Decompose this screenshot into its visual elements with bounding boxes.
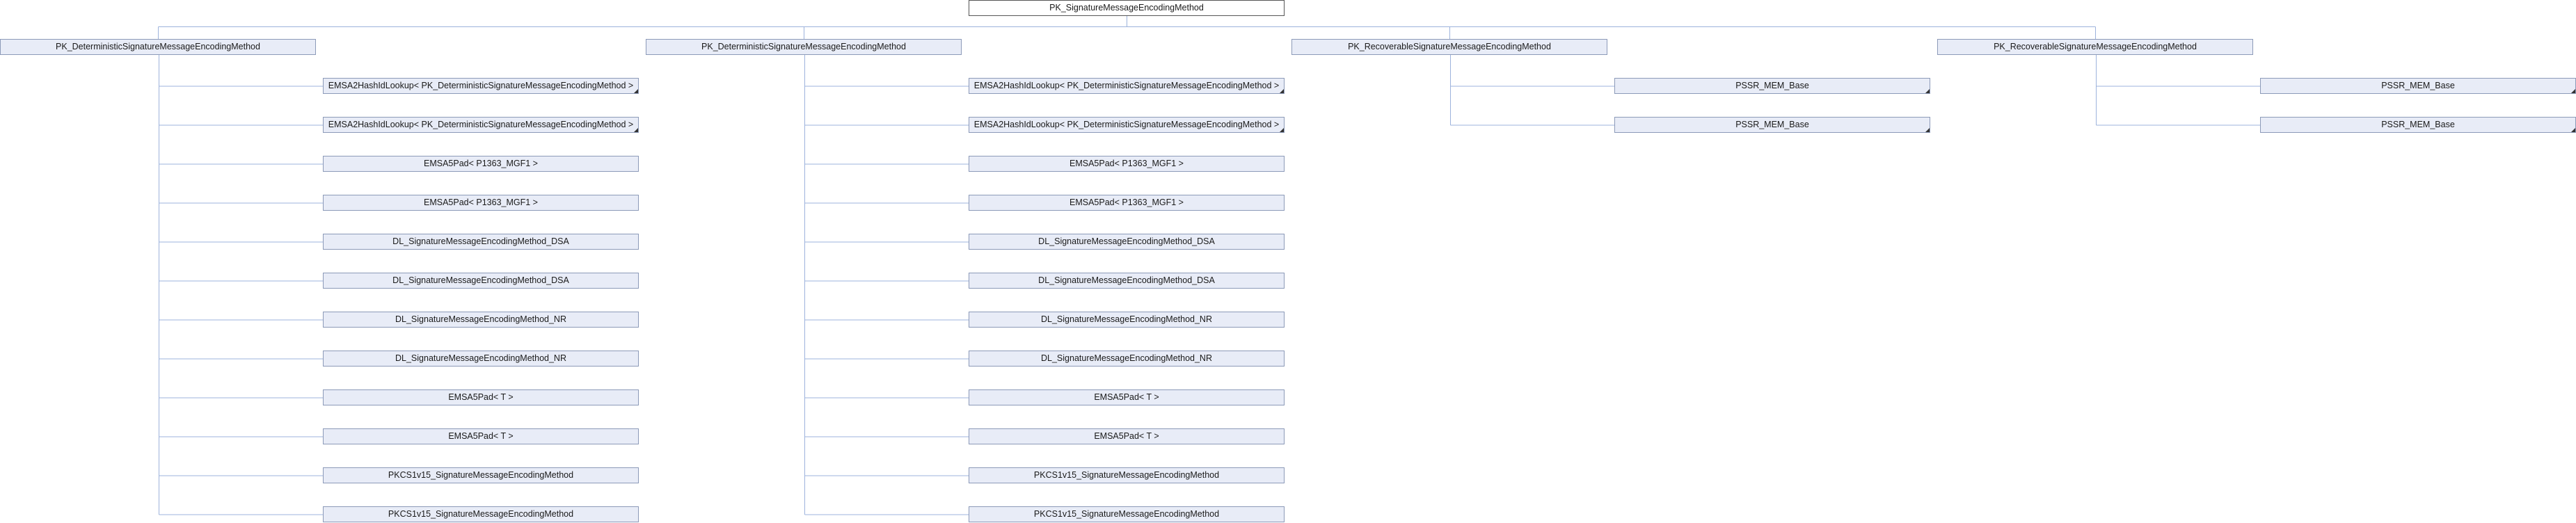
child-node-0-7[interactable]: DL_SignatureMessageEncodingMethod_NR [323,351,639,367]
child-node-0-9[interactable]: EMSA5Pad< T > [323,428,639,444]
child-node-0-8[interactable]: EMSA5Pad< T > [323,389,639,405]
child-node-0-1[interactable]: EMSA2HashIdLookup< PK_DeterministicSigna… [323,117,639,133]
child-node-0-0[interactable]: EMSA2HashIdLookup< PK_DeterministicSigna… [323,78,639,94]
child-node-1-7[interactable]: DL_SignatureMessageEncodingMethod_NR [969,351,1285,367]
child-node-0-11[interactable]: PKCS1v15_SignatureMessageEncodingMethod [323,506,639,522]
child-node-1-8[interactable]: EMSA5Pad< T > [969,389,1285,405]
child-node-3-1[interactable]: PSSR_MEM_Base [2260,117,2576,133]
group-node-2[interactable]: PK_RecoverableSignatureMessageEncodingMe… [1291,39,1607,55]
child-node-0-2[interactable]: EMSA5Pad< P1363_MGF1 > [323,156,639,172]
group-node-0[interactable]: PK_DeterministicSignatureMessageEncoding… [0,39,316,55]
child-node-0-4[interactable]: DL_SignatureMessageEncodingMethod_DSA [323,234,639,250]
class-hierarchy-diagram: PK_SignatureMessageEncodingMethod PK_Det… [0,0,2576,523]
child-node-2-1[interactable]: PSSR_MEM_Base [1614,117,1930,133]
child-node-2-0[interactable]: PSSR_MEM_Base [1614,78,1930,94]
child-node-1-3[interactable]: EMSA5Pad< P1363_MGF1 > [969,195,1285,211]
child-node-1-10[interactable]: PKCS1v15_SignatureMessageEncodingMethod [969,467,1285,483]
child-node-0-10[interactable]: PKCS1v15_SignatureMessageEncodingMethod [323,467,639,483]
child-node-0-3[interactable]: EMSA5Pad< P1363_MGF1 > [323,195,639,211]
child-node-1-5[interactable]: DL_SignatureMessageEncodingMethod_DSA [969,273,1285,289]
child-node-0-6[interactable]: DL_SignatureMessageEncodingMethod_NR [323,312,639,328]
child-node-1-11[interactable]: PKCS1v15_SignatureMessageEncodingMethod [969,506,1285,522]
child-node-3-0[interactable]: PSSR_MEM_Base [2260,78,2576,94]
root-class-node[interactable]: PK_SignatureMessageEncodingMethod [969,0,1285,16]
child-node-1-4[interactable]: DL_SignatureMessageEncodingMethod_DSA [969,234,1285,250]
child-node-1-6[interactable]: DL_SignatureMessageEncodingMethod_NR [969,312,1285,328]
child-node-1-0[interactable]: EMSA2HashIdLookup< PK_DeterministicSigna… [969,78,1285,94]
child-node-1-9[interactable]: EMSA5Pad< T > [969,428,1285,444]
child-node-1-1[interactable]: EMSA2HashIdLookup< PK_DeterministicSigna… [969,117,1285,133]
child-node-1-2[interactable]: EMSA5Pad< P1363_MGF1 > [969,156,1285,172]
child-node-0-5[interactable]: DL_SignatureMessageEncodingMethod_DSA [323,273,639,289]
group-node-3[interactable]: PK_RecoverableSignatureMessageEncodingMe… [1937,39,2253,55]
group-node-1[interactable]: PK_DeterministicSignatureMessageEncoding… [646,39,962,55]
